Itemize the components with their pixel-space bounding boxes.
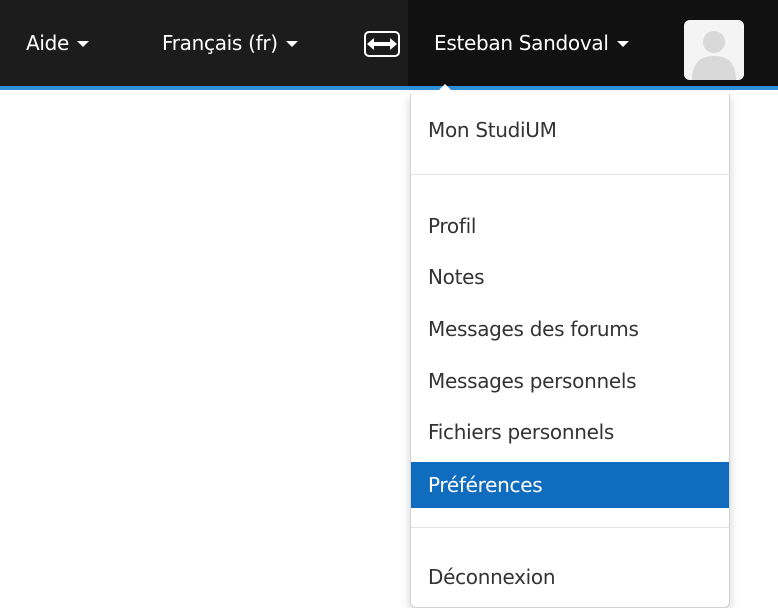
menu-item-label: Notes <box>428 265 485 289</box>
menu-item-label: Messages personnels <box>428 369 637 393</box>
language-menu[interactable]: Français (fr) <box>162 0 298 86</box>
user-name: Esteban Sandoval <box>434 31 609 55</box>
expand-width-icon[interactable] <box>364 31 400 57</box>
menu-divider <box>411 174 729 175</box>
user-menu-toggle[interactable]: Esteban Sandoval <box>434 0 629 86</box>
menu-item-label: Fichiers personnels <box>428 420 614 444</box>
top-navbar: Aide Français (fr) Esteban Sandoval <box>0 0 778 90</box>
language-menu-label: Français (fr) <box>162 31 278 55</box>
menu-item-label: Messages des forums <box>428 317 639 341</box>
help-menu-label: Aide <box>26 31 70 55</box>
menu-item-label: Déconnexion <box>428 565 556 589</box>
chevron-down-icon <box>77 41 90 47</box>
menu-item-deconnexion[interactable]: Déconnexion <box>411 559 729 595</box>
user-dropdown-menu: Mon StudiUM Profil Notes Messages des fo… <box>410 94 730 608</box>
menu-item-profil[interactable]: Profil <box>411 208 729 244</box>
menu-item-fichiers-personnels[interactable]: Fichiers personnels <box>411 414 729 450</box>
avatar[interactable] <box>684 20 744 80</box>
menu-item-preferences[interactable]: Préférences <box>411 462 729 508</box>
menu-item-label: Préférences <box>428 473 543 497</box>
chevron-down-icon <box>616 41 629 47</box>
chevron-down-icon <box>285 41 298 47</box>
menu-item-mon-studium[interactable]: Mon StudiUM <box>411 112 729 148</box>
menu-divider <box>411 527 729 528</box>
help-menu[interactable]: Aide <box>26 0 90 86</box>
menu-item-label: Profil <box>428 214 477 238</box>
dropdown-arrow <box>434 84 456 95</box>
menu-item-notes[interactable]: Notes <box>411 259 729 295</box>
menu-item-messages-personnels[interactable]: Messages personnels <box>411 363 729 399</box>
menu-item-messages-forums[interactable]: Messages des forums <box>411 311 729 347</box>
menu-item-label: Mon StudiUM <box>428 118 557 142</box>
